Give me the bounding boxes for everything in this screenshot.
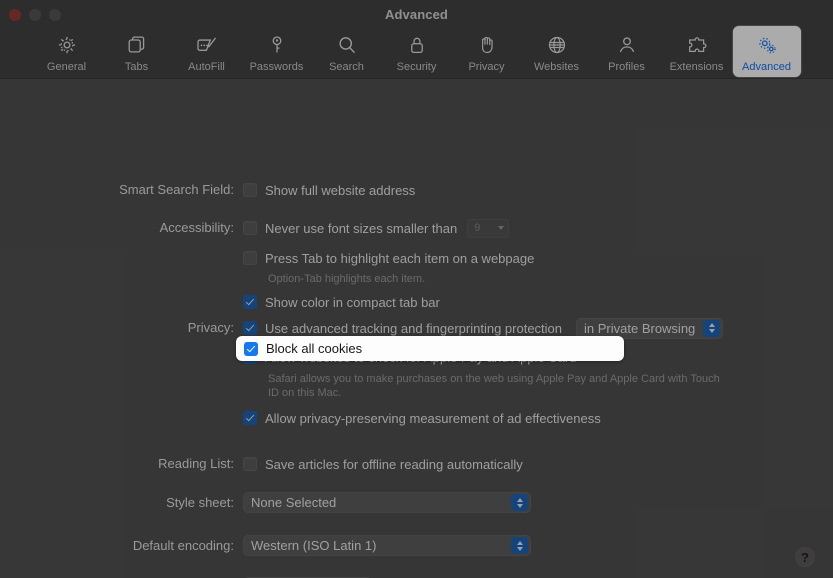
toolbar-item-extensions[interactable]: Extensions <box>663 26 731 77</box>
checkbox-label: Show full website address <box>265 182 416 198</box>
person-icon <box>616 32 638 58</box>
checkbox-box[interactable] <box>243 457 257 471</box>
hint-apple-pay: Safari allows you to make purchases on t… <box>268 373 720 399</box>
updown-arrows-icon <box>703 319 721 337</box>
checkbox-ad-measurement[interactable]: Allow privacy-preserving measurement of … <box>243 409 730 427</box>
checkbox-show-color-compact-tab-bar[interactable]: Show color in compact tab bar <box>243 293 534 311</box>
label-style-sheet: Style sheet: <box>166 495 234 510</box>
toolbar-label: Privacy <box>468 61 505 73</box>
label-accessibility: Accessibility: <box>159 220 234 235</box>
key-icon <box>266 32 288 58</box>
default-encoding-select[interactable]: Western (ISO Latin 1) <box>243 535 531 556</box>
help-button[interactable]: ? <box>795 547 815 567</box>
checkbox-box[interactable] <box>244 341 258 356</box>
checkbox-box[interactable] <box>243 183 257 197</box>
toolbar-label: Security <box>396 61 437 73</box>
toolbar-label: Advanced <box>742 61 791 73</box>
row-accessibility: Accessibility: Never use font sizes smal… <box>160 218 534 311</box>
toolbar-item-profiles[interactable]: Profiles <box>593 26 661 77</box>
toolbar-label: AutoFill <box>188 61 225 73</box>
checkbox-press-tab-highlight[interactable]: Press Tab to highlight each item on a we… <box>243 249 534 267</box>
globe-icon <box>546 32 568 58</box>
tabs-icon <box>126 32 148 58</box>
toolbar-item-general[interactable]: General <box>33 26 101 77</box>
label-smart-search-field: Smart Search Field: <box>119 182 234 197</box>
lock-icon <box>406 32 428 58</box>
checkbox-box[interactable] <box>243 321 257 335</box>
toolbar-label: Tabs <box>124 61 149 73</box>
checkbox-label: Block all cookies <box>266 341 363 356</box>
puzzle-icon <box>685 32 709 58</box>
toolbar-item-advanced[interactable]: Advanced <box>732 26 801 77</box>
toolbar-item-websites[interactable]: Websites <box>523 26 591 77</box>
checkbox-box[interactable] <box>243 411 257 425</box>
toolbar-label: Passwords <box>249 61 304 73</box>
checkbox-label: Never use font sizes smaller than <box>265 220 458 236</box>
updown-arrows-icon <box>511 494 528 511</box>
checkbox-label: Show color in compact tab bar <box>265 294 440 310</box>
row-default-encoding: Default encoding: Western (ISO Latin 1) <box>133 535 531 556</box>
checkbox-label: Allow privacy-preserving measurement of … <box>265 410 601 426</box>
checkbox-label: Press Tab to highlight each item on a we… <box>265 250 535 266</box>
toolbar-label: Profiles <box>608 61 645 73</box>
settings-window: Advanced General Tabs AutoFill Passwords… <box>0 0 833 578</box>
toolbar-label: Extensions <box>669 61 724 73</box>
autofill-icon <box>195 32 219 58</box>
gear-icon <box>56 32 78 58</box>
chevron-down-icon <box>498 226 505 230</box>
checkbox-min-font-size[interactable]: Never use font sizes smaller than 9 <box>243 218 534 238</box>
checkbox-advanced-tracking-protection[interactable]: Use advanced tracking and fingerprinting… <box>243 317 730 339</box>
min-font-size-select[interactable]: 9 <box>467 218 510 238</box>
row-reading-list: Reading List: Save articles for offline … <box>158 455 523 473</box>
toolbar-item-autofill[interactable]: AutoFill <box>173 26 241 77</box>
checkbox-label: Save articles for offline reading automa… <box>265 456 523 472</box>
toolbar-item-tabs[interactable]: Tabs <box>103 26 171 77</box>
toolbar-item-privacy[interactable]: Privacy <box>453 26 521 77</box>
toolbar-label: Search <box>329 61 364 73</box>
checkbox-show-full-website-address[interactable]: Show full website address <box>243 181 415 199</box>
toolbar-label: Websites <box>533 61 580 73</box>
checkbox-box[interactable] <box>243 221 257 235</box>
toolbar-item-search[interactable]: Search <box>313 26 381 77</box>
gears-icon <box>755 32 779 58</box>
updown-arrows-icon <box>511 537 528 554</box>
default-encoding-value: Western (ISO Latin 1) <box>251 538 377 553</box>
row-smart-search-field: Smart Search Field: Show full website ad… <box>119 181 415 199</box>
style-sheet-select[interactable]: None Selected <box>243 492 531 513</box>
checkbox-block-all-cookies[interactable]: Block all cookies <box>236 336 624 361</box>
row-style-sheet: Style sheet: None Selected <box>166 492 531 513</box>
toolbar-item-security[interactable]: Security <box>383 26 451 77</box>
label-reading-list: Reading List: <box>158 456 234 471</box>
tracking-scope-value: in Private Browsing <box>584 320 696 336</box>
settings-content: Smart Search Field: Show full website ad… <box>0 79 833 578</box>
search-icon <box>336 32 358 58</box>
preferences-toolbar: General Tabs AutoFill Passwords Search S… <box>0 26 833 77</box>
style-sheet-value: None Selected <box>251 495 337 510</box>
checkbox-box[interactable] <box>243 251 257 265</box>
label-privacy: Privacy: <box>187 320 234 335</box>
hint-press-tab: Option-Tab highlights each item. <box>268 273 426 285</box>
checkbox-save-articles-offline[interactable]: Save articles for offline reading automa… <box>243 455 523 473</box>
checkbox-box[interactable] <box>243 295 257 309</box>
checkbox-label: Use advanced tracking and fingerprinting… <box>265 320 563 336</box>
window-titlebar: Advanced General Tabs AutoFill Passwords… <box>0 0 833 79</box>
label-default-encoding: Default encoding: <box>132 538 234 553</box>
window-title: Advanced <box>385 7 448 22</box>
toolbar-item-passwords[interactable]: Passwords <box>243 26 311 77</box>
toolbar-label: General <box>46 61 87 73</box>
min-font-size-value: 9 <box>474 222 481 234</box>
hand-icon <box>476 32 498 58</box>
